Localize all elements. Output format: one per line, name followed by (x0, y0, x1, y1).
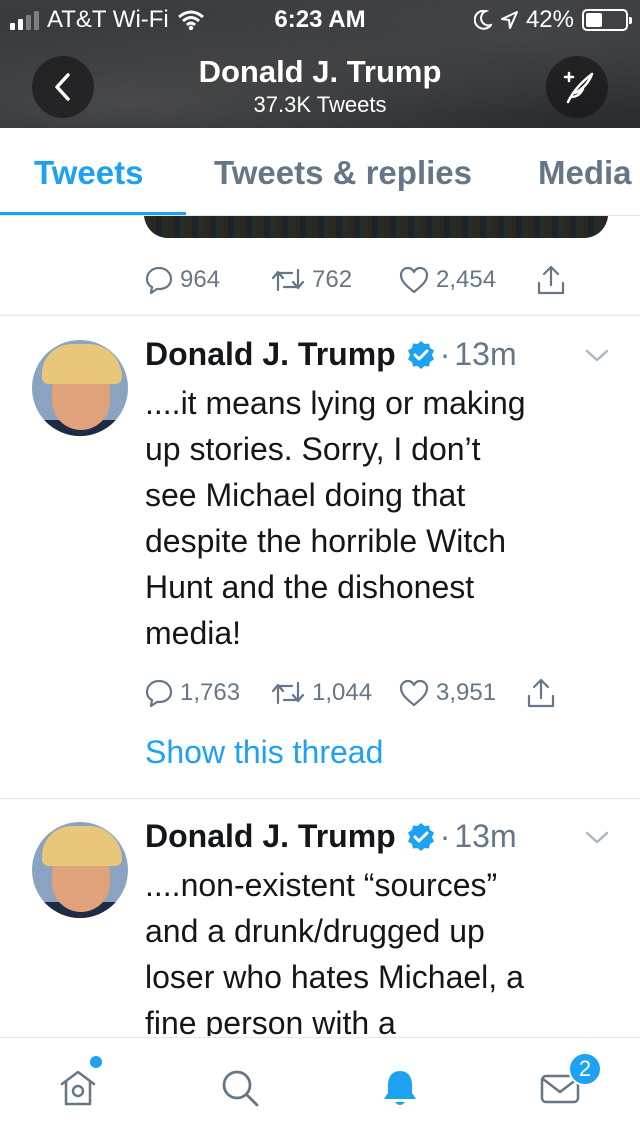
tweet-line: and a drunk/drugged up (145, 913, 485, 949)
share-icon (537, 265, 565, 295)
avatar-hair (42, 344, 122, 384)
like-button[interactable]: 3,951 (398, 678, 526, 708)
heart-icon (399, 679, 429, 707)
bottom-tab-bar: 2 (0, 1037, 640, 1136)
tab-tweets-and-replies[interactable]: Tweets & replies (214, 154, 472, 192)
retweet-icon (271, 268, 305, 292)
notifications-bell-icon (384, 1071, 416, 1105)
nav-home[interactable] (54, 1064, 102, 1112)
nav-notifications[interactable] (376, 1064, 424, 1112)
compose-feather-icon (563, 71, 594, 104)
tweet-text: ....non-existent “sources” and a drunk/d… (145, 862, 615, 1036)
profile-header: AT&T Wi-Fi 6:23 AM 42% Donald J. Trump 3… (0, 0, 640, 128)
tweet-count: 37.3K Tweets (253, 92, 387, 117)
retweet-button[interactable]: 1,044 (270, 679, 398, 707)
chevron-down-icon[interactable] (584, 348, 610, 364)
tweet-line: loser who hates Michael, a (145, 959, 524, 995)
like-count: 2,454 (436, 266, 497, 293)
tweet-header: Donald J. Trump · 13m (145, 818, 517, 855)
tweet-divider (0, 798, 640, 799)
verified-badge-icon (407, 822, 434, 851)
messages-badge: 2 (568, 1052, 602, 1086)
tweet-actions: 1,763 1,044 3,951 (144, 677, 556, 709)
tweet-line: despite the horrible Witch (145, 523, 507, 559)
status-bar: AT&T Wi-Fi 6:23 AM 42% (0, 0, 640, 40)
tab-tweets[interactable]: Tweets (34, 154, 143, 192)
tweet-line: ....non-existent “sources” (145, 867, 498, 903)
show-thread-link[interactable]: Show this thread (145, 734, 383, 771)
tab-media[interactable]: Media (538, 154, 632, 192)
like-button[interactable]: 2,454 (398, 265, 536, 295)
chevron-down-icon[interactable] (584, 830, 610, 846)
battery-percent: 42% (525, 6, 574, 33)
tweet-separator: · (439, 818, 451, 854)
reply-icon (145, 266, 173, 295)
status-right: 42% (473, 6, 632, 34)
tweet-line: fine person with a (145, 1005, 396, 1036)
share-icon (527, 678, 555, 708)
tweet-timestamp[interactable]: 13m (454, 336, 516, 373)
avatar[interactable] (32, 340, 128, 436)
tweet-author[interactable]: Donald J. Trump (145, 336, 396, 373)
avatar-hair (42, 826, 122, 866)
home-icon (60, 1070, 96, 1106)
search-icon (222, 1070, 259, 1107)
tweet-text: ....it means lying or making up stories.… (145, 380, 615, 656)
nav-search[interactable] (216, 1064, 264, 1112)
tweet-line: up stories. Sorry, I don’t (145, 431, 481, 467)
share-button[interactable] (536, 264, 566, 296)
avatar[interactable] (32, 822, 128, 918)
retweet-count: 1,044 (312, 679, 373, 706)
compose-tweet-button[interactable] (546, 56, 608, 118)
tweet-feed[interactable]: 964 762 2,454 Donald J. Trump · 13m ....… (0, 216, 640, 1036)
heart-icon (399, 266, 429, 294)
moon-icon (473, 10, 492, 30)
like-count: 3,951 (436, 679, 497, 706)
tweet-media-image[interactable] (144, 216, 608, 238)
retweet-icon (271, 681, 305, 705)
home-unread-dot (90, 1056, 102, 1068)
tweet-header: Donald J. Trump · 13m (145, 336, 517, 373)
reply-count: 964 (180, 266, 221, 293)
location-arrow-icon (500, 11, 518, 29)
verified-badge-icon (407, 340, 434, 369)
tweet-separator: · (439, 336, 451, 372)
battery-icon (582, 9, 632, 31)
reply-count: 1,763 (180, 679, 241, 706)
profile-tabs: Tweets Tweets & replies Media (0, 128, 640, 216)
tweet-divider (0, 315, 640, 316)
retweet-count: 762 (312, 266, 353, 293)
tweet-line: ....it means lying or making (145, 385, 526, 421)
share-button[interactable] (526, 677, 556, 709)
tweet-line: Hunt and the dishonest (145, 569, 475, 605)
reply-button[interactable]: 964 (144, 265, 270, 295)
battery-fill (586, 13, 602, 27)
reply-icon (145, 679, 173, 708)
retweet-button[interactable]: 762 (270, 266, 398, 294)
tweet-author[interactable]: Donald J. Trump (145, 818, 396, 855)
reply-button[interactable]: 1,763 (144, 678, 270, 708)
tweet-timestamp[interactable]: 13m (454, 818, 516, 855)
tweet-line: media! (145, 615, 242, 651)
header-title: Donald J. Trump (198, 54, 442, 89)
tweet-line: see Michael doing that (145, 477, 466, 513)
tweet-actions-previous: 964 762 2,454 (144, 264, 566, 296)
